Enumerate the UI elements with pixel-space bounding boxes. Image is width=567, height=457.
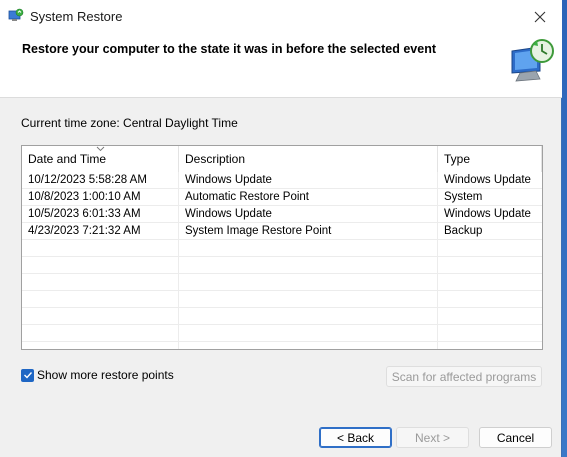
- close-icon: [534, 11, 546, 22]
- empty-row: [22, 274, 542, 291]
- cancel-button[interactable]: Cancel: [479, 427, 552, 448]
- system-restore-window: System Restore Restore your computer to …: [0, 0, 562, 457]
- empty-row: [22, 240, 542, 257]
- column-header-type[interactable]: Type: [438, 146, 542, 172]
- empty-row: [22, 291, 542, 308]
- dialog-header: Restore your computer to the state it wa…: [0, 33, 562, 98]
- scan-affected-programs-button[interactable]: Scan for affected programs: [386, 366, 542, 387]
- show-more-restore-points[interactable]: Show more restore points: [21, 368, 174, 382]
- table-row[interactable]: 10/12/2023 5:58:28 AM Windows Update Win…: [22, 172, 542, 189]
- title-bar[interactable]: System Restore: [0, 0, 562, 33]
- empty-row: [22, 257, 542, 274]
- empty-row: [22, 325, 542, 342]
- restore-points-table[interactable]: Date and Time Description Type 10/12/202…: [21, 145, 543, 350]
- next-button[interactable]: Next >: [396, 427, 469, 448]
- restore-computer-icon: [506, 37, 556, 83]
- column-header-date[interactable]: Date and Time: [22, 146, 179, 172]
- show-more-checkbox[interactable]: [21, 368, 34, 382]
- desktop-background-edge: [562, 0, 567, 457]
- show-more-label: Show more restore points: [37, 368, 174, 382]
- sort-descending-icon: [96, 146, 105, 152]
- window-title: System Restore: [30, 9, 123, 24]
- timezone-label: Current time zone: Central Daylight Time: [21, 116, 238, 130]
- table-row[interactable]: 10/8/2023 1:00:10 AM Automatic Restore P…: [22, 189, 542, 206]
- checkmark-icon: [23, 372, 32, 379]
- column-header-description[interactable]: Description: [179, 146, 438, 172]
- back-button[interactable]: < Back: [319, 427, 392, 448]
- system-restore-icon: [8, 8, 24, 24]
- header-instruction: Restore your computer to the state it wa…: [22, 42, 436, 56]
- empty-row: [22, 308, 542, 325]
- table-row[interactable]: 10/5/2023 6:01:33 AM Windows Update Wind…: [22, 206, 542, 223]
- close-button[interactable]: [518, 0, 562, 33]
- table-row[interactable]: 4/23/2023 7:21:32 AM System Image Restor…: [22, 223, 542, 240]
